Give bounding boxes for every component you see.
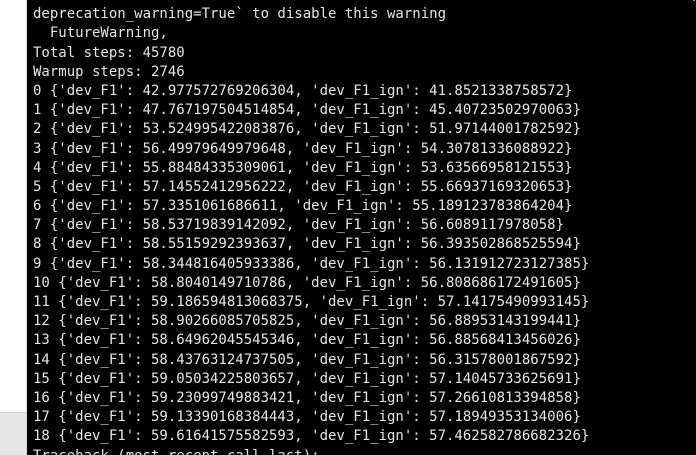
terminal-line: 4 {'dev_F1': 55.88484335309061, 'dev_F1_… (33, 159, 573, 176)
terminal-line: Traceback (most recent call last): (33, 447, 696, 455)
terminal-line: 16 {'dev_F1': 59.23099749883421, 'dev_F1… (33, 389, 581, 406)
terminal-line: 13 {'dev_F1': 58.64962045545346, 'dev_F1… (33, 332, 581, 349)
terminal-line: 17 {'dev_F1': 59.13390168384443, 'dev_F1… (33, 409, 581, 426)
terminal-line: 5 {'dev_F1': 57.14552412956222, 'dev_F1_… (33, 178, 573, 195)
terminal-line: Total steps: 45780 (33, 44, 185, 61)
terminal-line: 6 {'dev_F1': 57.3351061686611, 'dev_F1_i… (33, 198, 573, 215)
terminal-line: 14 {'dev_F1': 58.43763124737505, 'dev_F1… (33, 351, 581, 368)
terminal-window[interactable]: , deprecation_warning=True` to disable t… (27, 0, 696, 455)
terminal-output: , deprecation_warning=True` to disable t… (33, 0, 696, 455)
terminal-line: Warmup steps: 2746 (33, 63, 185, 80)
terminal-line: 12 {'dev_F1': 58.90266085705825, 'dev_F1… (33, 313, 581, 330)
terminal-line: 1 {'dev_F1': 47.767197504514854, 'dev_F1… (33, 102, 581, 119)
terminal-line: 0 {'dev_F1': 42.977572769206304, 'dev_F1… (33, 82, 573, 99)
terminal-line: FutureWarning, (33, 25, 168, 42)
terminal-line: 8 {'dev_F1': 58.55159292393637, 'dev_F1_… (33, 236, 581, 253)
left-side-panel (0, 0, 27, 455)
terminal-line: 2 {'dev_F1': 53.524995422083876, 'dev_F1… (33, 121, 581, 138)
terminal-line: 18 {'dev_F1': 59.61641575582593, 'dev_F1… (33, 428, 590, 445)
terminal-line: 10 {'dev_F1': 58.8040149710786, 'dev_F1_… (33, 274, 581, 291)
terminal-line: 9 {'dev_F1': 58.344816405933386, 'dev_F1… (33, 255, 590, 272)
terminal-line: 3 {'dev_F1': 56.49979649979648, 'dev_F1_… (33, 140, 573, 157)
terminal-line: 11 {'dev_F1': 59.186594813068375, 'dev_F… (33, 294, 590, 310)
terminal-line: 7 {'dev_F1': 58.53719839142092, 'dev_F1_… (33, 217, 565, 234)
left-panel-footer (0, 412, 26, 455)
terminal-line: deprecation_warning=True` to disable thi… (33, 6, 447, 23)
terminal-line: 15 {'dev_F1': 59.05034225803657, 'dev_F1… (33, 370, 581, 387)
